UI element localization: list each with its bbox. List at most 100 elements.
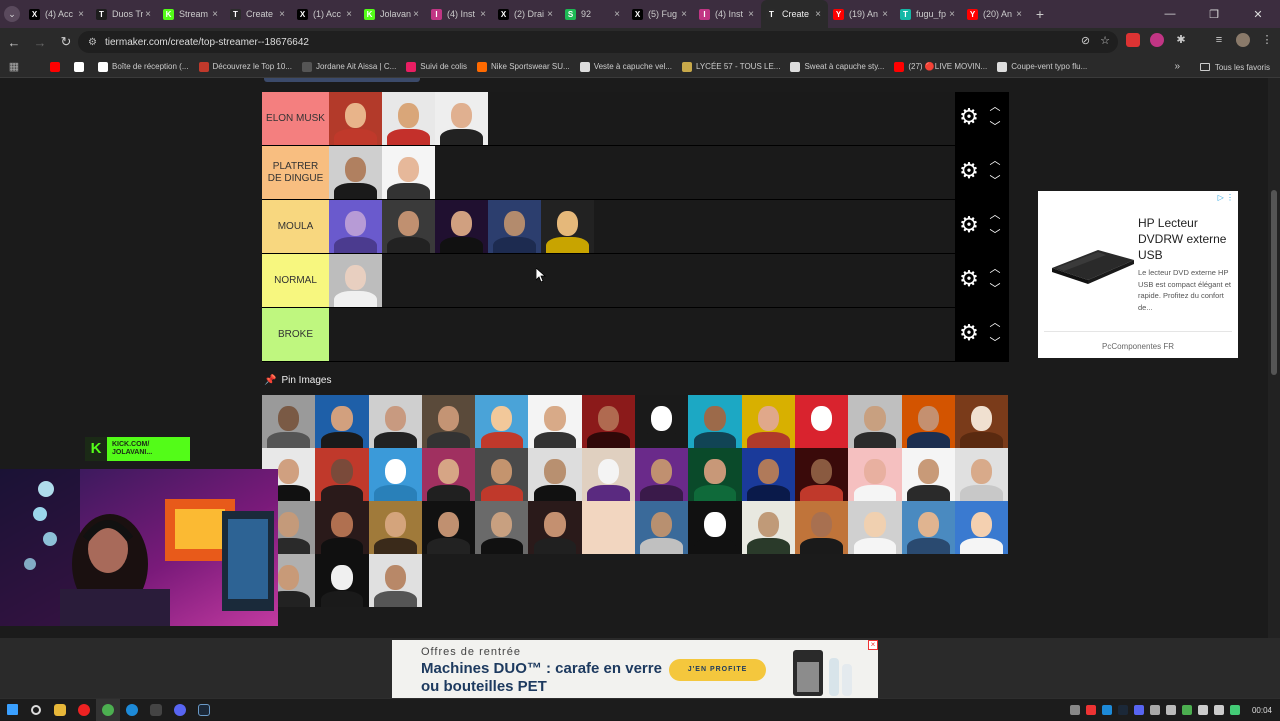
browser-tab[interactable]: Y (20) An ×: [962, 0, 1029, 28]
pool-item-image[interactable]: [581, 448, 636, 501]
pool-item-image[interactable]: [581, 501, 636, 554]
taskbar-clock[interactable]: 00:04: [1252, 706, 1272, 715]
battery-icon[interactable]: [1229, 705, 1240, 715]
close-tab-icon[interactable]: ×: [277, 9, 287, 20]
tier-item-image[interactable]: [382, 146, 435, 199]
tier-item-image[interactable]: [382, 200, 435, 253]
close-tab-icon[interactable]: ×: [545, 9, 555, 20]
address-bar[interactable]: ⚙ tiermaker.com/create/top-streamer--186…: [78, 31, 1118, 53]
pool-item-image[interactable]: [954, 501, 1009, 554]
bookmark-star-icon[interactable]: ☆: [1100, 34, 1110, 47]
pool-item-image[interactable]: [528, 501, 582, 554]
discord-icon[interactable]: [168, 699, 192, 721]
sidebar-ad[interactable]: HP Lecteur DVDRW externe USB Le lecteur …: [1038, 191, 1238, 358]
close-tab-icon[interactable]: ×: [813, 9, 823, 20]
bottom-ad-cta-button[interactable]: J'EN PROFITE: [669, 659, 766, 681]
tray-green-icon[interactable]: [1181, 705, 1192, 715]
pool-item-image[interactable]: [421, 448, 476, 501]
browser-tab[interactable]: X (2) Drai ×: [493, 0, 560, 28]
avatar[interactable]: [1236, 33, 1250, 47]
close-tab-icon[interactable]: ×: [679, 9, 689, 20]
bookmark-item[interactable]: Coupe-vent typo flu...: [997, 61, 1087, 72]
scrollbar-thumb[interactable]: [1271, 190, 1277, 375]
network-icon[interactable]: [1197, 705, 1208, 715]
menu-dots-icon[interactable]: ⋮: [1260, 33, 1274, 47]
extension-pink-icon[interactable]: [1150, 33, 1164, 47]
tier-row[interactable]: BROKE ⚙ ︿ ﹀: [262, 308, 1009, 362]
site-info-icon[interactable]: ⚙: [88, 37, 97, 48]
close-tab-icon[interactable]: ×: [210, 9, 220, 20]
new-tab-button[interactable]: +: [1029, 6, 1051, 22]
browser-tab[interactable]: T Create ×: [225, 0, 292, 28]
bookmark-item[interactable]: Sweat à capuche sty...: [790, 61, 884, 72]
close-tab-icon[interactable]: ×: [344, 9, 354, 20]
chevron-down-icon[interactable]: ﹀: [988, 120, 1002, 134]
bookmark-item[interactable]: LYCÉE 57 - TOUS LE...: [681, 61, 780, 72]
bookmark-item[interactable]: Veste à capuche vel...: [579, 61, 672, 72]
minimize-button[interactable]: —: [1148, 0, 1192, 28]
pool-item-image[interactable]: [688, 501, 742, 554]
chevron-up-icon[interactable]: ︿: [988, 316, 1002, 330]
pool-item-image[interactable]: [581, 395, 636, 448]
pool-item-image[interactable]: [421, 395, 476, 448]
bookmark-item[interactable]: Jordane Ait Aissa | C...: [301, 61, 396, 72]
pin-images-toggle[interactable]: 📌 Pin Images: [264, 375, 331, 386]
bookmark-item[interactable]: [50, 61, 64, 72]
pool-item-image[interactable]: [794, 395, 849, 448]
pool-item-image[interactable]: [688, 395, 742, 448]
browser-tab[interactable]: S 92 ×: [560, 0, 627, 28]
pool-item-image[interactable]: [794, 501, 849, 554]
tier-item-image[interactable]: [435, 200, 488, 253]
pool-item-image[interactable]: [368, 395, 422, 448]
pool-item-image[interactable]: [315, 501, 369, 554]
tier-item-image[interactable]: [541, 200, 594, 253]
pool-item-image[interactable]: [475, 395, 529, 448]
reload-button[interactable]: ↻: [54, 30, 78, 54]
search-icon[interactable]: [24, 699, 48, 721]
pool-item-image[interactable]: [475, 501, 529, 554]
chevron-up-icon[interactable]: ︿: [988, 154, 1002, 168]
camera-blocked-icon[interactable]: ⊘: [1081, 34, 1090, 47]
gear-icon[interactable]: ⚙: [958, 214, 980, 236]
tray-red-icon[interactable]: [1085, 705, 1096, 715]
bookmark-item[interactable]: Nike Sportswear SU...: [476, 61, 570, 72]
gear-icon[interactable]: ⚙: [958, 106, 980, 128]
tray-misc-icon[interactable]: [1165, 705, 1176, 715]
pool-item-image[interactable]: [688, 448, 742, 501]
browser-tab[interactable]: K Stream ×: [158, 0, 225, 28]
forward-button[interactable]: →: [28, 30, 52, 54]
close-tab-icon[interactable]: ×: [478, 9, 488, 20]
close-tab-icon[interactable]: ×: [1014, 9, 1024, 20]
pool-item-image[interactable]: [421, 501, 476, 554]
tier-row[interactable]: MOULA ⚙ ︿ ﹀: [262, 200, 1009, 254]
browser-tab[interactable]: K Jolavan ×: [359, 0, 426, 28]
pool-item-image[interactable]: [368, 448, 422, 501]
browser-tab[interactable]: T Create ×: [761, 0, 828, 28]
tier-item-image[interactable]: [488, 200, 541, 253]
browser-tab[interactable]: T Duos Tr ×: [91, 0, 158, 28]
tray-steam-icon[interactable]: [1117, 705, 1128, 715]
gear-icon[interactable]: ⚙: [958, 268, 980, 290]
browser-tab[interactable]: X (5) Fug ×: [627, 0, 694, 28]
browser-tab[interactable]: X (1) Acc ×: [292, 0, 359, 28]
bookmark-item[interactable]: [74, 61, 88, 72]
pool-item-image[interactable]: [848, 501, 902, 554]
close-icon[interactable]: ×: [868, 640, 878, 650]
pool-item-image[interactable]: [901, 395, 955, 448]
pool-item-image[interactable]: [368, 501, 422, 554]
bookmark-item[interactable]: (27) 🔴LIVE MOVIN...: [894, 61, 987, 72]
chevron-down-icon[interactable]: ﹀: [988, 228, 1002, 242]
tier-label[interactable]: NORMAL: [262, 254, 329, 307]
pool-item-image[interactable]: [262, 395, 316, 448]
chevron-up-icon[interactable]: ︿: [988, 262, 1002, 276]
pool-item-image[interactable]: [528, 395, 582, 448]
browser-tab[interactable]: Tfugu_fp ×: [895, 0, 962, 28]
tab-search-button[interactable]: ⌄: [0, 0, 24, 28]
tier-item-image[interactable]: [329, 200, 382, 253]
pool-item-image[interactable]: [848, 448, 902, 501]
steam-icon[interactable]: [192, 699, 216, 721]
bookmark-item[interactable]: Suivi de colis: [406, 61, 467, 72]
pool-item-image[interactable]: [741, 395, 795, 448]
chevron-down-icon[interactable]: ﹀: [988, 282, 1002, 296]
back-button[interactable]: ←: [2, 30, 26, 54]
